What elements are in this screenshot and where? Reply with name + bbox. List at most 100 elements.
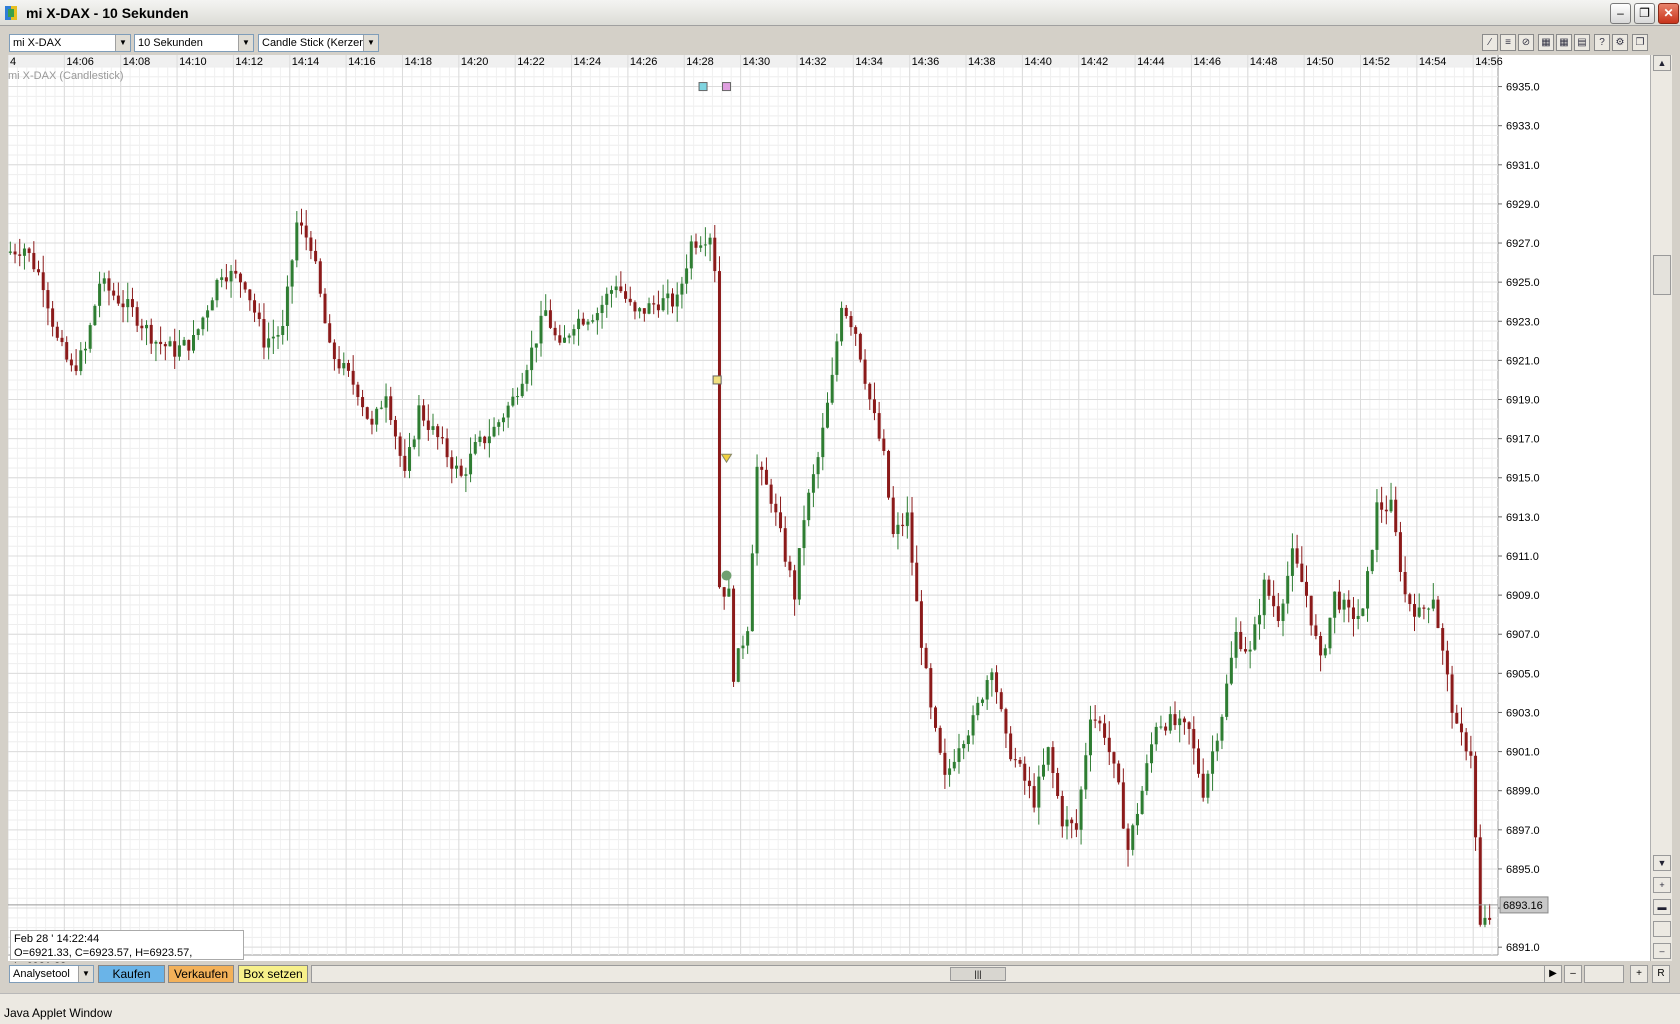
- undock-icon[interactable]: ❐: [1632, 34, 1648, 51]
- candle-body: [821, 427, 825, 458]
- grid-icon[interactable]: ▦: [1538, 34, 1554, 51]
- chart-type-select[interactable]: Candle Stick (Kerzen ▼: [258, 34, 379, 52]
- sell-button[interactable]: Verkaufen: [168, 965, 234, 983]
- candle-body: [1121, 782, 1125, 829]
- candle-body: [1403, 571, 1407, 595]
- candle-body: [1135, 813, 1139, 826]
- scroll-right-button[interactable]: ▶: [1544, 965, 1562, 983]
- candle-body: [159, 341, 163, 345]
- candle-body: [1239, 631, 1243, 650]
- close-button[interactable]: ✕: [1658, 3, 1679, 24]
- candle-body: [938, 727, 942, 753]
- candle-body: [1384, 509, 1388, 512]
- buy-button[interactable]: Kaufen: [98, 965, 165, 983]
- candle-body: [1337, 591, 1341, 610]
- zoom-in-time-button[interactable]: +: [1630, 965, 1648, 983]
- candle-body: [1389, 499, 1393, 512]
- candle-body: [628, 298, 632, 303]
- x-tick-label: 14:26: [630, 56, 658, 68]
- candle-body: [1164, 726, 1168, 731]
- horizontal-scroll-thumb[interactable]: |||: [950, 967, 1006, 981]
- candle-body: [980, 699, 984, 703]
- candle-body: [534, 343, 538, 348]
- candle-body: [1323, 648, 1327, 656]
- candle-body: [948, 768, 952, 775]
- candle-body: [567, 335, 571, 338]
- x-tick-label: 14:46: [1193, 56, 1221, 68]
- candle-body: [516, 396, 520, 398]
- help-icon[interactable]: ?: [1594, 34, 1610, 51]
- x-tick-label: 14:18: [404, 56, 432, 68]
- interval-select[interactable]: 10 Sekunden ▼: [134, 34, 254, 52]
- y-tick-label: 6919.0: [1506, 395, 1540, 407]
- candle-body: [1483, 917, 1487, 925]
- candle-body: [112, 290, 116, 296]
- analysetool-select[interactable]: Analysetool ▼: [9, 965, 94, 983]
- candle-body: [1436, 599, 1440, 629]
- candle-body: [1445, 650, 1449, 675]
- draw-line-icon[interactable]: ∕: [1482, 34, 1498, 51]
- candle-body: [1281, 603, 1285, 622]
- x-tick-label: 14:52: [1363, 56, 1391, 68]
- candle-body: [351, 370, 355, 385]
- candle-body: [79, 350, 83, 372]
- candle-body: [1258, 615, 1262, 625]
- zoom-out-time-button[interactable]: –: [1564, 965, 1582, 983]
- chart-area[interactable]: 6935.0 6933.0 6931.0 6929.0 6927.0 6925.0 6923…: [8, 55, 1650, 961]
- settings-icon[interactable]: ⚙: [1612, 34, 1628, 51]
- candle-body: [431, 426, 435, 430]
- x-tick-label: 14:14: [292, 56, 320, 68]
- candle-body: [1215, 740, 1219, 752]
- y-tick-label: 6911.0: [1506, 551, 1539, 563]
- time-zoom-track[interactable]: [1584, 965, 1624, 983]
- horizontal-lines-icon[interactable]: ≡: [1500, 34, 1516, 51]
- candle-body: [854, 327, 858, 334]
- candle-body: [51, 308, 55, 327]
- candle-body: [1126, 828, 1130, 850]
- zoom-slider-handle[interactable]: ▬: [1653, 899, 1671, 915]
- eraser-icon[interactable]: ⊘: [1518, 34, 1534, 51]
- zoom-in-button[interactable]: +: [1653, 877, 1671, 893]
- scroll-down-button[interactable]: ▼: [1653, 855, 1671, 871]
- columns-icon[interactable]: ▤: [1574, 34, 1590, 51]
- y-tick-label: 6935.0: [1506, 82, 1540, 94]
- candle-body: [985, 680, 989, 700]
- candle-body: [1196, 748, 1200, 774]
- grid-dense-icon[interactable]: ▦: [1556, 34, 1572, 51]
- minimize-button[interactable]: –: [1610, 3, 1631, 24]
- candle-body: [346, 362, 350, 371]
- candle-body: [1150, 744, 1154, 764]
- vertical-scroll-thumb[interactable]: [1653, 255, 1671, 295]
- candle-body: [835, 341, 839, 375]
- candle-body: [750, 553, 754, 632]
- candle-body: [741, 645, 745, 649]
- candle-body: [196, 329, 200, 336]
- candle-body: [506, 405, 510, 418]
- candle-body: [83, 348, 87, 351]
- candle-body: [267, 338, 271, 348]
- candle-body: [1182, 718, 1186, 723]
- y-tick-label: 6915.0: [1506, 473, 1540, 485]
- restore-button[interactable]: ❐: [1634, 3, 1655, 24]
- candle-body: [126, 299, 130, 308]
- set-box-button[interactable]: Box setzen: [238, 965, 308, 983]
- candle-body: [525, 370, 529, 384]
- vertical-scrollbar[interactable]: ▲ ▼ + ▬ –: [1650, 55, 1672, 961]
- candle-body: [323, 293, 327, 324]
- x-tick-label: 14:54: [1419, 56, 1447, 68]
- zoom-out-button[interactable]: –: [1653, 943, 1671, 959]
- instrument-select[interactable]: mi X-DAX ▼: [9, 34, 131, 52]
- trade-marker-square: [722, 82, 732, 92]
- candle-body: [661, 298, 665, 311]
- candle-body: [32, 252, 36, 270]
- candlestick-chart[interactable]: 6935.0 6933.0 6931.0 6929.0 6927.0 6925.0 6923…: [8, 55, 1650, 961]
- horizontal-scrollbar[interactable]: |||: [311, 965, 1547, 983]
- candle-body: [417, 405, 421, 440]
- candle-body: [774, 503, 778, 513]
- interval-value: 10 Sekunden: [138, 37, 203, 49]
- candle-body: [1295, 548, 1299, 564]
- scroll-up-button[interactable]: ▲: [1653, 55, 1671, 71]
- reset-button[interactable]: R: [1652, 965, 1670, 983]
- zoom-track[interactable]: [1653, 921, 1671, 937]
- candle-body: [1356, 615, 1360, 620]
